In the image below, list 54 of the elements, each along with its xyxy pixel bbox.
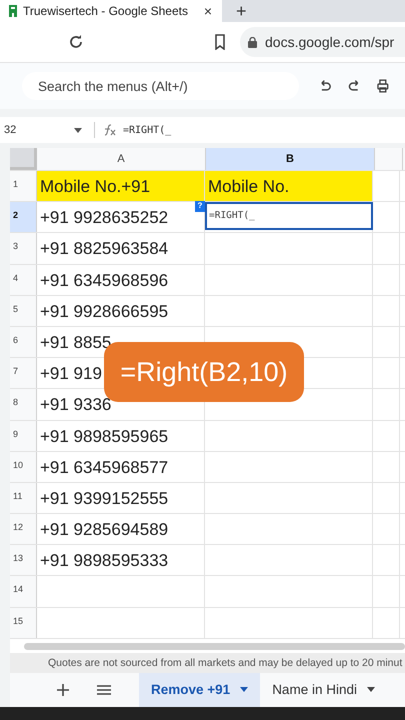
cell-reference[interactable]: 32 bbox=[4, 124, 74, 136]
row-header[interactable]: 10 bbox=[10, 452, 37, 482]
browser-tab[interactable]: Truewisertech - Google Sheets × bbox=[0, 0, 222, 22]
row-header[interactable]: 7 bbox=[10, 358, 37, 388]
row-header[interactable]: 2 bbox=[10, 202, 37, 232]
row-header[interactable]: 11 bbox=[10, 482, 37, 514]
print-icon[interactable] bbox=[377, 79, 389, 93]
bookmark-icon[interactable] bbox=[214, 34, 226, 50]
row-header[interactable]: 6 bbox=[10, 326, 37, 358]
function-icon bbox=[103, 124, 117, 136]
lock-icon bbox=[248, 36, 257, 48]
sheet-tab[interactable]: Name in Hindi bbox=[260, 672, 387, 707]
new-tab-button[interactable]: + bbox=[236, 0, 247, 22]
caret-icon bbox=[240, 687, 248, 692]
plus-icon bbox=[57, 684, 69, 696]
row-header[interactable]: 1 bbox=[10, 171, 37, 202]
search-field[interactable]: Search the menus (Alt+/) bbox=[22, 72, 300, 100]
menu-icon bbox=[97, 684, 111, 695]
caret-icon bbox=[366, 687, 375, 692]
tab-title: Truewisertech - Google Sheets bbox=[23, 4, 189, 18]
add-sheet-button[interactable] bbox=[57, 684, 69, 696]
row-header[interactable]: 8 bbox=[10, 389, 37, 420]
row-header[interactable]: 9 bbox=[10, 420, 37, 451]
url-text: docs.google.com/spr bbox=[265, 34, 394, 50]
formula-field[interactable]: =RIGHT(_ bbox=[123, 124, 172, 136]
row-header[interactable]: 14 bbox=[10, 576, 37, 607]
cell-editor[interactable]: =RIGHT(_ bbox=[205, 202, 373, 230]
table-cell: Mobile No. bbox=[205, 171, 373, 202]
help-badge[interactable]: ? bbox=[195, 201, 205, 212]
all-sheets-button[interactable] bbox=[97, 684, 111, 695]
table-cell: +91 9928666595 bbox=[37, 296, 205, 326]
sheet-tab[interactable]: Remove +91 bbox=[139, 672, 260, 707]
table-cell: +91 9898595333 bbox=[37, 545, 205, 576]
table-cell: +91 8825963584 bbox=[37, 233, 205, 264]
table-cell: +91 6345968596 bbox=[37, 264, 205, 295]
dropdown-caret-icon[interactable] bbox=[74, 128, 82, 132]
row-header[interactable]: 3 bbox=[10, 233, 37, 264]
row-header[interactable]: 15 bbox=[10, 608, 37, 638]
table-cell: Mobile No.+91 bbox=[37, 171, 205, 202]
row-header[interactable]: 5 bbox=[10, 296, 37, 326]
row-header[interactable]: 13 bbox=[10, 545, 37, 576]
sheets-icon bbox=[8, 4, 18, 18]
reload-icon[interactable] bbox=[68, 34, 84, 50]
table-cell: +91 6345968577 bbox=[37, 452, 205, 482]
row-header[interactable]: 12 bbox=[10, 514, 37, 544]
table-cell: +91 9285694589 bbox=[37, 514, 205, 544]
column-header[interactable]: B bbox=[206, 148, 375, 170]
scrollbar-thumb[interactable] bbox=[24, 642, 405, 650]
table-cell: +91 9399152555 bbox=[37, 482, 205, 514]
close-button[interactable]: × bbox=[204, 3, 212, 19]
row-header[interactable]: 4 bbox=[10, 264, 37, 295]
notice-text: Quotes are not sourced from all markets and may be delayed up to 20 minut bbox=[10, 652, 405, 673]
address-bar[interactable]: docs.google.com/spr bbox=[240, 27, 405, 57]
table-cell: +91 9898595965 bbox=[37, 420, 205, 451]
